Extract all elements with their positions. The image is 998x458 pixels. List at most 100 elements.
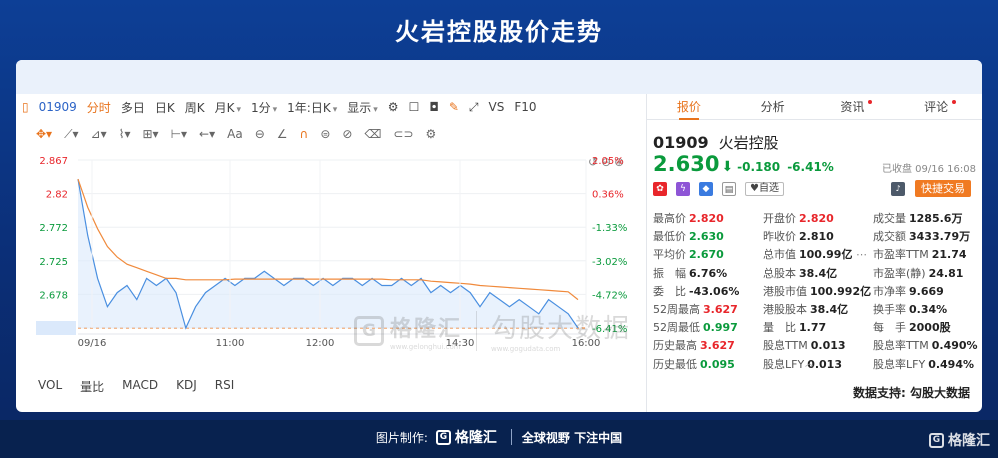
intraday-chart[interactable]: 2.867 2.05% 2.82 0.36% 2.772 -1.33% 2.725 -3.02… [16,150,646,372]
square-icon[interactable]: ☐ [409,100,420,114]
quick-trade-button[interactable]: 快捷交易 [915,180,971,197]
indicator-kdj[interactable]: KDJ [176,378,197,395]
indicator-macd[interactable]: MACD [122,378,158,395]
settings-icon[interactable]: ⚙ [388,100,399,114]
fib-tool-icon[interactable]: ⊞▾ [142,127,158,141]
arrow-tool-icon[interactable]: ←▾ [199,127,215,141]
footer-logo: G 格隆汇 [435,427,497,447]
quote-field: 历史最高 3.627 [653,337,763,353]
lock-icon[interactable]: ⊜ [320,127,330,141]
stock-panel: ▯ 01909 分时 多日 日K 周K 月K ▾ 1分 ▾ 1年:日K ▾ 显示 ▾ ⚙… [16,60,982,412]
chevron-up-icon[interactable]: ︿ [805,356,814,369]
quote-field-label: 港股市值 [763,284,807,298]
drawing-toolbar: ✥▾ ⟋▾ ⊿▾ ⌇▾ ⊞▾ ⊢▾ ←▾ Aa ⊖ ∠ ∩ ⊜ ⊘ ⌫ ⊂⊃ ⚙ [36,125,448,143]
quote-field-label: 历史最高 [653,339,697,353]
quote-field-value: 2.630 [689,230,724,244]
y-tick-pct-label: 2.05% [592,156,624,167]
y-tick-pct-label: -3.02% [592,257,627,268]
quote-row: 最高价 2.820 开盘价 2.820 成交量 1285.6万 [653,209,979,227]
line-tool-icon[interactable]: ⟋▾ [64,127,78,142]
quote-field: 量 比 1.77 [763,319,873,335]
indicator-volume-ratio[interactable]: 量比 [80,378,104,395]
down-arrow-icon: ⬇ [721,159,734,175]
display-dropdown[interactable]: 显示 ▾ [347,99,378,116]
quote-field-value: 2.670 [689,248,724,262]
quote-field-value: 9.669 [909,284,944,298]
tab-daily-k[interactable]: 日K [155,99,175,116]
quote-field-label: 每 手 [873,321,906,335]
tab-comments[interactable]: 评论 [898,94,982,119]
tab-analysis[interactable]: 分析 [731,94,815,119]
quote-field: 最低价 2.630 [653,228,763,244]
y-tick-label: 2.867 [39,156,68,167]
crosshair-icon[interactable]: ✥▾ [36,127,52,141]
quote-field-value: 3.627 [703,303,738,317]
indicator-tabs: VOL 量比 MACD KDJ RSI [38,378,252,395]
quote-field-value: 2.820 [689,212,724,226]
heart-icon: ♥ [750,183,759,194]
quote-row: 52周最高 3.627 港股股本 38.4亿 换手率 0.34% [653,300,979,318]
hide-icon[interactable]: ⊘ [342,127,352,141]
tab-monthly-k[interactable]: 月K ▾ [215,99,241,116]
quote-field-value: 38.4亿 [799,266,838,280]
footer-credit: 图片制作: G 格隆汇 全球视野 下注中国 [0,427,998,447]
note-icon[interactable]: ▤ [722,182,736,196]
footer: 图片制作: G 格隆汇 全球视野 下注中国 G 格隆汇 [0,420,998,458]
camera-icon[interactable]: ◘ [429,100,439,114]
quote-field-value: 6.76% [689,266,728,280]
pencil-icon[interactable]: ✎ [449,100,459,114]
quote-field-value: 0.013 [810,339,846,353]
indicator-vol[interactable]: VOL [38,378,62,395]
wave-tool-icon[interactable]: ⌇▾ [119,127,131,141]
data-source: 数据支持: 勾股大数据 [853,386,970,400]
bell-icon[interactable]: ♪ [891,182,905,196]
stock-code: 01909 [38,100,77,114]
measure-tool-icon[interactable]: ⊢▾ [171,127,187,141]
indicator-rsi[interactable]: RSI [215,378,235,395]
link-icon[interactable]: ⊂⊃ [393,127,413,141]
fullscreen-icon[interactable]: ⤢ [469,100,479,115]
x-tick-label: 16:00 [572,338,601,349]
corner-logo: G 格隆汇 [929,430,990,450]
channel-tool-icon[interactable]: ⊿▾ [91,127,107,141]
y-tick-pct-label: -1.33% [592,223,627,234]
quote-field-label: 最低价 [653,230,686,244]
quote-field-value: 100.99亿 [799,248,853,262]
quote-field-label: 平均价 [653,248,686,262]
quote-grid: 最高价 2.820 开盘价 2.820 成交量 1285.6万 最低价 2.630 昨收价 2.8… [653,209,979,373]
gear-icon[interactable]: ⚙ [426,127,437,141]
text-tool[interactable]: Aa [227,127,243,141]
tab-1min[interactable]: 1分 ▾ [251,99,277,116]
tab-quote[interactable]: 报价 [647,94,731,120]
watchlist-button[interactable]: ♥自选 [745,182,784,196]
quote-field-value: 2.810 [799,230,834,244]
minus-circle-icon[interactable]: ⊖ [255,127,265,141]
quote-field: 总市值 100.99亿 ⋯ [763,246,873,262]
trash-icon[interactable]: ⌫ [364,127,381,141]
quote-field-value: 24.81 [928,266,964,280]
magnet-icon[interactable]: ∩ [300,127,309,141]
corner-brand: 格隆汇 [948,433,990,449]
quote-field: 委 比 -43.06% [653,283,763,299]
tab-intraday[interactable]: 分时 [87,99,111,116]
quote-field: 成交量 1285.6万 [873,210,979,226]
quote-field-label: 市盈率(静) [873,266,926,280]
x-tick-label: 14:30 [446,338,475,349]
panel-topbar [16,60,982,94]
tag-icon[interactable]: ◆ [699,182,713,196]
f10-button[interactable]: F10 [514,100,536,114]
hk-flag-icon[interactable]: ✿ [653,182,667,196]
quote-field: 昨收价 2.810 [763,228,873,244]
flash-icon[interactable]: ϟ [676,182,690,196]
vs-button[interactable]: VS [489,100,505,114]
tab-news[interactable]: 资讯 [815,94,899,119]
tab-1year[interactable]: 1年:日K ▾ [287,99,337,116]
tab-weekly-k[interactable]: 周K [185,99,205,116]
notification-dot [868,100,873,104]
sidebar-toggle-icon[interactable]: ▯ [22,100,29,114]
tab-multiday[interactable]: 多日 [121,99,145,116]
quote-field-value: 3433.79万 [909,230,971,244]
angle-icon[interactable]: ∠ [277,127,288,141]
more-icon[interactable]: ⋯ [852,248,867,261]
quote-field-label: 52周最低 [653,321,700,335]
